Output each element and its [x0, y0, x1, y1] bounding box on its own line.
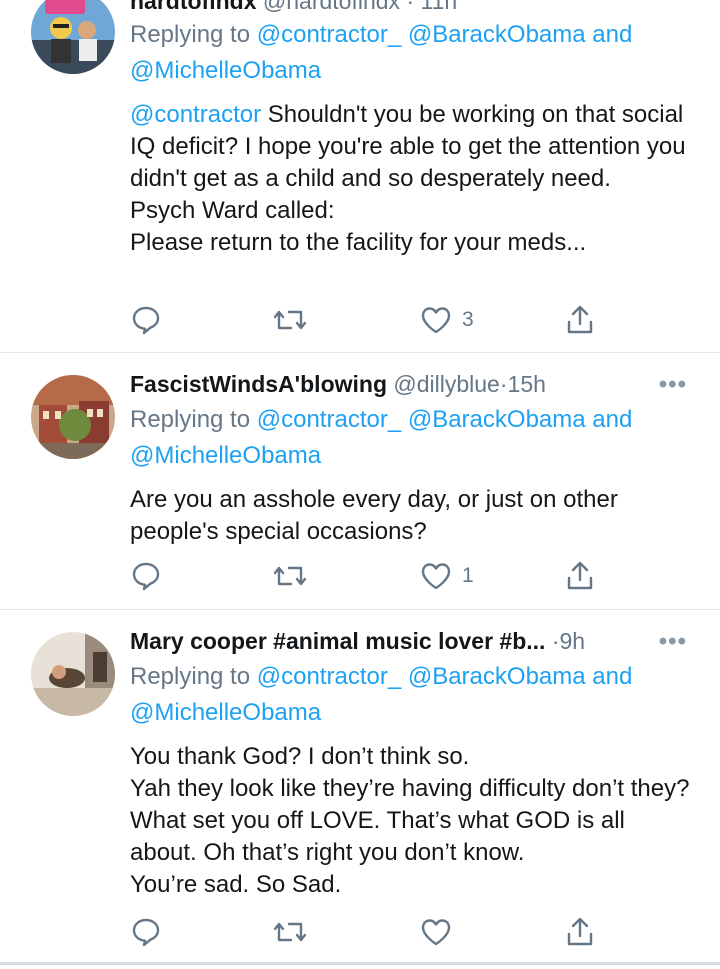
more-icon[interactable]: ••• — [659, 371, 687, 399]
tweet-actions: 1 — [130, 558, 600, 594]
profile-photo-icon — [31, 632, 115, 716]
replying-to: Replying to @contractor_ @BarackObama an… — [130, 17, 690, 89]
replying-to-mention[interactable]: @MichelleObama — [130, 699, 321, 726]
reply-icon — [132, 562, 160, 591]
profile-photo-icon — [31, 0, 115, 74]
reply-button[interactable] — [130, 302, 162, 338]
timestamp[interactable]: 9h — [560, 628, 586, 654]
tweet-actions — [130, 914, 600, 950]
like-icon — [421, 919, 451, 946]
avatar[interactable] — [31, 0, 115, 74]
divider — [0, 962, 720, 965]
replying-to-label: Replying to — [130, 663, 251, 690]
user-handle[interactable]: @dillyblue — [393, 371, 499, 397]
tweet-header: Mary cooper #animal music lover #b... ·9… — [130, 626, 650, 656]
like-count: 3 — [462, 308, 474, 331]
tweet-actions: 3 — [130, 302, 600, 338]
share-icon — [567, 917, 593, 946]
timestamp[interactable]: 15h — [508, 371, 546, 397]
reply-icon — [132, 918, 160, 947]
share-button[interactable] — [564, 302, 596, 338]
like-button[interactable]: 1 — [420, 558, 474, 594]
timestamp[interactable]: 11h — [421, 0, 458, 14]
tweet[interactable]: hardtofindx @hardtofindx · 11h Replying … — [0, 0, 720, 352]
display-name[interactable]: Mary cooper #animal music lover #b... — [130, 628, 545, 654]
retweet-icon — [273, 922, 307, 942]
tweet[interactable]: Mary cooper #animal music lover #b... ·9… — [0, 610, 720, 962]
share-icon — [567, 305, 593, 334]
avatar[interactable] — [31, 632, 115, 716]
display-name[interactable]: hardtofindx — [130, 0, 257, 14]
tweet-body: Are you an asshole every day, or just on… — [130, 486, 618, 545]
tweet[interactable]: FascistWindsA'blowing @dillyblue·15h •••… — [0, 353, 720, 609]
user-handle[interactable]: @hardtofindx — [263, 0, 400, 14]
profile-photo-icon — [31, 375, 115, 459]
retweet-button[interactable] — [272, 302, 308, 338]
display-name[interactable]: FascistWindsA'blowing — [130, 371, 387, 397]
share-icon — [567, 561, 593, 590]
replying-to: Replying to @contractor_ @BarackObama an… — [130, 659, 690, 731]
avatar[interactable] — [31, 375, 115, 459]
replying-to-mention[interactable]: @MichelleObama — [130, 57, 321, 84]
replying-to-mentions[interactable]: @contractor_ @BarackObama and — [257, 21, 633, 48]
tweet-body: You thank God? I don’t think so. Yah the… — [130, 743, 690, 898]
separator-dot: · — [406, 0, 415, 14]
like-icon — [421, 307, 451, 334]
replying-to-label: Replying to — [130, 406, 251, 433]
tweet-content: Replying to @contractor_ @BarackObama an… — [130, 659, 690, 901]
retweet-icon — [273, 310, 307, 330]
like-button[interactable] — [420, 914, 462, 950]
like-count: 1 — [462, 564, 474, 587]
more-icon[interactable]: ••• — [659, 628, 687, 656]
tweet-content: Replying to @contractor_ @BarackObama an… — [130, 17, 690, 259]
reply-icon — [132, 306, 160, 335]
like-button[interactable]: 3 — [420, 302, 474, 338]
share-button[interactable] — [564, 558, 596, 594]
body-mention[interactable]: @contractor — [130, 101, 261, 128]
replying-to-mentions[interactable]: @contractor_ @BarackObama and — [257, 663, 633, 690]
replying-to: Replying to @contractor_ @BarackObama an… — [130, 402, 690, 474]
tweet-content: Replying to @contractor_ @BarackObama an… — [130, 402, 690, 548]
retweet-button[interactable] — [272, 914, 308, 950]
reply-button[interactable] — [130, 558, 162, 594]
retweet-icon — [273, 566, 307, 586]
tweet-text: @contractor Shouldn't you be working on … — [130, 99, 690, 259]
retweet-button[interactable] — [272, 558, 308, 594]
like-icon — [421, 563, 451, 590]
replying-to-mentions[interactable]: @contractor_ @BarackObama and — [257, 406, 633, 433]
replying-to-label: Replying to — [130, 21, 251, 48]
separator-dot: · — [499, 371, 508, 397]
replying-to-mention[interactable]: @MichelleObama — [130, 442, 321, 469]
tweet-header: hardtofindx @hardtofindx · 11h — [130, 0, 650, 16]
reply-button[interactable] — [130, 914, 162, 950]
share-button[interactable] — [564, 914, 596, 950]
separator-dot: · — [551, 628, 560, 654]
tweet-header: FascistWindsA'blowing @dillyblue·15h — [130, 369, 650, 399]
